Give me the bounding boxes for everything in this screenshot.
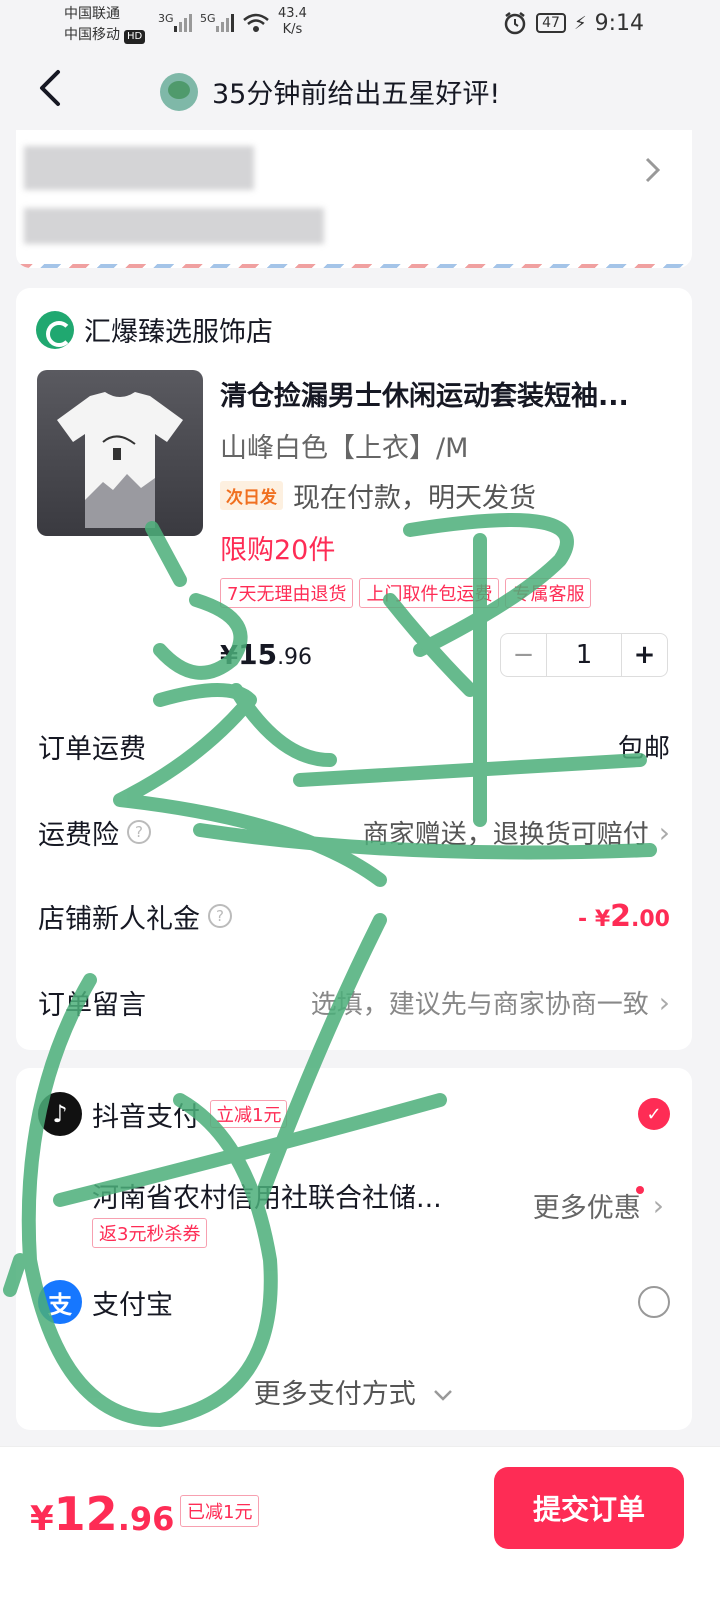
douyin-pay-icon: ♪ [38,1092,82,1136]
douyin-discount-tag: 立减1元 [210,1100,288,1128]
discount-badge: 已减1元 [180,1495,260,1527]
shop-header[interactable]: 汇爆臻选服饰店 [36,310,273,349]
order-note-row[interactable]: 订单留言 选填，建议先与商家协商一致 › [38,982,670,1022]
back-arrow-icon[interactable] [36,68,70,108]
battery-level: 47 [536,13,566,33]
address-card[interactable] [16,130,692,268]
chevron-down-icon [434,1390,453,1401]
checkout-bar: ¥12.96 已减1元 提交订单 [0,1446,720,1600]
bank-card-name[interactable]: 河南省农村信用社联合社储... [92,1176,492,1215]
douyin-pay-name: 抖音支付 [92,1101,200,1133]
nav-bar: 35分钟前给出五星好评! [0,48,720,132]
quantity-value[interactable]: 1 [547,634,621,676]
chevron-right-icon [645,157,661,183]
shop-name: 汇爆臻选服饰店 [84,317,273,348]
service-tags: 7天无理由退货 上门取件包运费 专属客服 [220,578,592,608]
reviewer-avatar [160,72,198,111]
check-icon: ✓ [646,1103,662,1125]
increase-button[interactable]: + [621,634,667,676]
more-payment-methods[interactable]: 更多支付方式 [16,1372,692,1411]
help-icon[interactable]: ? [208,904,232,928]
hd-badge: HD [124,30,146,44]
shipping-fee-value: 包邮 [617,733,670,764]
shipping-text: 现在付款，明天发货 [293,483,536,514]
next-day-badge: 次日发 [220,481,283,510]
alipay-option[interactable]: 支 支付宝 [38,1280,173,1324]
decrease-button[interactable]: − [501,634,547,676]
order-note-input[interactable]: 选填，建议先与商家协商一致 [311,984,649,1021]
product-spec[interactable]: 山峰白色【上衣】/M [220,426,468,465]
carrier-info: 中国联通 中国移动 HD [64,4,146,46]
store-gift-row: 店铺新人礼金? - ¥2.00 [38,896,670,936]
purchase-limit: 限购20件 [220,535,336,566]
insurance-value: 商家赠送，退换货可赔付 [362,819,649,850]
address-blurred-line [24,208,324,244]
payment-card: ♪ 抖音支付 立减1元 ✓ 河南省农村信用社联合社储... 返3元秒杀券 更多优… [16,1068,692,1430]
signal-bars-icon [174,14,192,32]
clock: 9:14 [594,10,644,36]
insurance-row[interactable]: 运费险? 商家赠送，退换货可赔付 › [38,812,670,852]
product-image[interactable] [37,370,203,536]
network-speed: 43.4 K/s [278,6,307,37]
shop-logo-icon [36,310,74,349]
address-blurred-line [24,146,254,190]
store-gift-value: - ¥2.00 [578,898,670,934]
chevron-right-icon: › [652,1189,664,1222]
nav-review-banner: 35分钟前给出五星好评! [160,72,500,111]
product-price: ¥15.96 [220,638,313,671]
wifi-icon [243,13,269,32]
quantity-stepper: − 1 + [500,633,668,677]
signal-bars-icon [216,14,234,32]
alipay-name: 支付宝 [92,1289,173,1321]
page-title: 35分钟前给出五星好评! [212,79,501,110]
airmail-border [16,264,692,268]
chevron-right-icon: › [658,815,670,849]
chevron-right-icon: › [658,985,670,1019]
order-card: 汇爆臻选服饰店 清仓捡漏男士休闲运动套装短袖... 山峰白色【上衣】/M 次日发… [16,288,692,1050]
help-icon[interactable]: ? [127,820,151,844]
service-tag: 7天无理由退货 [220,578,354,608]
total-price: ¥12.96 [30,1487,175,1541]
douyin-pay-option[interactable]: ♪ 抖音支付 立减1元 [38,1092,288,1136]
alarm-icon [504,12,526,35]
alipay-icon: 支 [38,1280,82,1324]
service-tag: 专属客服 [505,578,592,608]
more-discount-link[interactable]: 更多优惠 › [533,1186,664,1225]
service-tag: 上门取件包运费 [359,578,500,608]
douyin-pay-radio-checked[interactable]: ✓ [638,1098,670,1130]
charging-icon: ⚡ [573,12,587,34]
insurance-label: 运费险 [38,819,119,851]
submit-order-button[interactable]: 提交订单 [494,1467,684,1549]
carrier-2: 中国移动 [64,27,120,43]
shipping-fee-label: 订单运费 [38,733,146,765]
bank-coupon-tag: 返3元秒杀券 [92,1218,208,1248]
status-right: 47 ⚡ 9:14 [502,10,644,36]
tshirt-image [57,392,183,528]
carrier-1: 中国联通 [64,6,120,22]
status-bar: 中国联通 中国移动 HD 3G 5G 43.4 K/s 47 ⚡ 9:14 [0,0,720,48]
store-gift-label: 店铺新人礼金 [38,903,200,935]
product-title: 清仓捡漏男士休闲运动套装短袖... [220,381,629,412]
shipping-fee-row: 订单运费 包邮 [38,726,670,766]
shipping-info: 次日发 现在付款，明天发货 [220,476,536,515]
order-note-label: 订单留言 [38,989,146,1021]
alipay-radio[interactable] [638,1286,670,1318]
